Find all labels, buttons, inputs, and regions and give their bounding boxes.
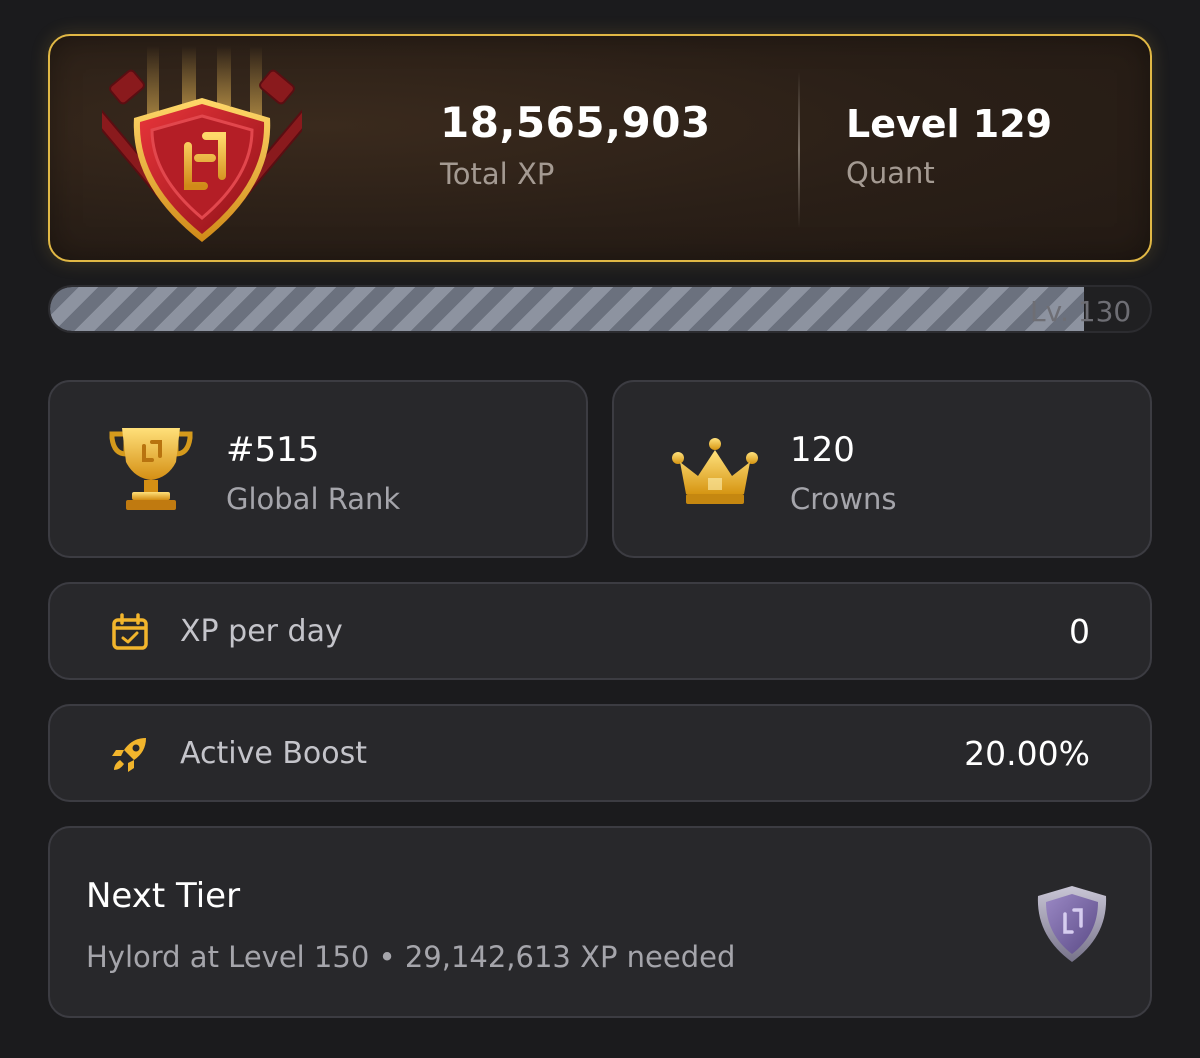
active-boost-row[interactable]: Active Boost 20.00% [48,704,1152,802]
gold-trophy-icon [109,428,193,510]
crowns-value: 120 [790,430,855,470]
level-hero-card: 18,565,903 Total XP Level 129 Quant [48,34,1152,262]
active-boost-value: 20.00% [964,734,1090,773]
purple-shield-icon [1037,886,1107,962]
next-tier-title: Next Tier [86,876,241,916]
xp-per-day-row[interactable]: XP per day 0 [48,582,1152,680]
level-block: Level 129 Quant [846,102,1052,190]
global-rank-value: #515 [226,430,320,470]
total-xp-block: 18,565,903 Total XP [440,98,711,191]
active-boost-label: Active Boost [180,736,368,771]
global-rank-card[interactable]: #515 Global Rank [48,380,588,558]
next-level-label: Lv. 130 [1030,295,1132,328]
total-xp-label: Total XP [440,157,555,191]
level-value: Level 129 [846,102,1053,146]
xp-per-day-value: 0 [1069,612,1090,651]
total-xp-value: 18,565,903 [440,98,711,147]
crowns-card[interactable]: 120 Crowns [612,380,1152,558]
progress-fill [50,287,1084,331]
next-tier-description: Hylord at Level 150 • 29,142,613 XP need… [86,940,736,974]
level-tier-label: Quant [846,156,935,190]
gold-crown-icon [672,438,758,504]
global-rank-label: Global Rank [226,482,401,516]
rocket-icon [112,738,146,772]
profile-stats-page: 18,565,903 Total XP Level 129 Quant Lv. … [0,0,1200,1058]
crowns-label: Crowns [790,482,897,516]
next-tier-card[interactable]: Next Tier Hylord at Level 150 • 29,142,6… [48,826,1152,1018]
hero-divider [798,72,800,228]
calendar-check-icon [112,613,148,650]
xp-per-day-label: XP per day [180,614,343,649]
red-shield-crossed-hammers-icon [102,46,302,242]
level-progress-bar: Lv. 130 [48,285,1152,333]
